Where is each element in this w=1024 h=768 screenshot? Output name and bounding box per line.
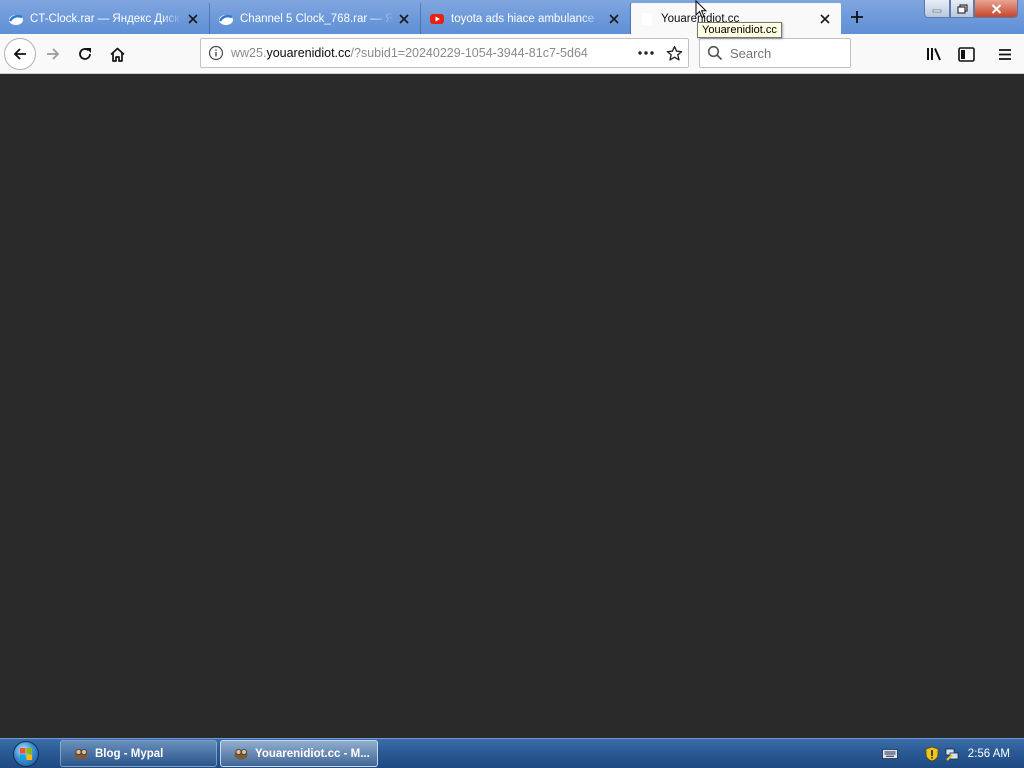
- library-icon: [927, 48, 941, 61]
- sidebar-button[interactable]: [950, 38, 982, 70]
- search-bar[interactable]: [699, 38, 851, 68]
- tab-channel5-clock[interactable]: Channel 5 Clock_768.rar — Я: [210, 3, 421, 34]
- tab-ct-clock[interactable]: CT-Clock.rar — Яндекс Диск: [0, 3, 210, 34]
- info-icon[interactable]: [201, 45, 231, 61]
- url-path: /?subid1=20240229-1054-3944-81c7-5d64: [350, 46, 588, 60]
- close-tab-icon[interactable]: [394, 9, 414, 29]
- tab-youtube[interactable]: toyota ads hiace ambulance: [421, 3, 631, 34]
- minimize-icon: [932, 9, 942, 12]
- restore-button[interactable]: [950, 0, 974, 18]
- reload-button[interactable]: [69, 38, 101, 70]
- url-prefix: ww25.: [231, 46, 267, 60]
- back-button[interactable]: [4, 38, 36, 70]
- security-shield-icon[interactable]: [922, 744, 942, 764]
- youtube-icon: [429, 11, 445, 27]
- forward-arrow-icon: [47, 48, 60, 60]
- address-bar[interactable]: ww25.youarenidiot.cc/?subid1=20240229-10…: [200, 38, 689, 68]
- clock[interactable]: 2:56 AM: [968, 748, 1010, 760]
- taskbar-item-label: Youarenidiot.cc - M...: [255, 747, 370, 760]
- search-icon: [700, 45, 730, 61]
- mypal-icon: [234, 748, 248, 759]
- restore-icon: [956, 3, 968, 14]
- tab-tooltip: Youarenidiot.cc: [697, 22, 782, 38]
- taskbar-item-label: Blog - Mypal: [95, 747, 164, 760]
- reload-icon: [79, 48, 91, 60]
- network-icon[interactable]: [942, 744, 962, 764]
- nav-toolbar: ww25.youarenidiot.cc/?subid1=20240229-10…: [0, 34, 1024, 74]
- search-input[interactable]: [730, 45, 840, 61]
- blank-page-icon: [639, 11, 655, 27]
- mouse-cursor-icon: [695, 0, 707, 19]
- taskbar-item-blog-mypal[interactable]: Blog - Mypal: [60, 740, 217, 767]
- tab-strip: CT-Clock.rar — Яндекс Диск Channel 5 Clo…: [0, 0, 1024, 34]
- new-tab-button[interactable]: [845, 6, 869, 28]
- tab-title: toyota ads hiace ambulance: [451, 12, 595, 25]
- system-tray: 2:56 AM: [880, 739, 1024, 768]
- yandex-disk-icon: [218, 11, 234, 27]
- page-actions-button[interactable]: [632, 39, 660, 67]
- home-button[interactable]: [101, 38, 133, 70]
- url-text[interactable]: ww25.youarenidiot.cc/?subid1=20240229-10…: [231, 46, 632, 60]
- menu-button[interactable]: [989, 38, 1021, 70]
- yandex-disk-icon: [8, 11, 24, 27]
- more-dots-icon: [638, 51, 654, 55]
- close-window-button[interactable]: [974, 0, 1018, 18]
- library-button[interactable]: [918, 38, 950, 70]
- close-icon: [991, 3, 1001, 14]
- windows-logo-icon: [13, 741, 39, 767]
- back-arrow-icon: [13, 48, 26, 60]
- home-icon: [109, 47, 125, 62]
- window-controls: [924, 0, 1018, 18]
- plus-icon: [851, 11, 863, 23]
- page-content: [0, 74, 1024, 738]
- bookmark-button[interactable]: [660, 39, 688, 67]
- close-tab-icon[interactable]: [604, 9, 624, 29]
- taskbar-item-youarenidiot[interactable]: Youarenidiot.cc - M...: [220, 740, 378, 767]
- forward-button[interactable]: [37, 38, 69, 70]
- close-tab-icon[interactable]: [183, 9, 203, 29]
- close-tab-icon[interactable]: [815, 9, 835, 29]
- sidebar-icon: [957, 46, 975, 62]
- mypal-icon: [74, 748, 88, 759]
- tab-title: CT-Clock.rar — Яндекс Диск: [30, 12, 180, 25]
- keyboard-icon[interactable]: [880, 744, 900, 764]
- star-icon: [666, 45, 682, 61]
- minimize-button[interactable]: [924, 0, 950, 18]
- url-host: youarenidiot.cc: [266, 46, 351, 60]
- tab-title: Channel 5 Clock_768.rar — Я: [240, 12, 394, 25]
- hamburger-menu-icon: [999, 48, 1011, 60]
- taskbar: Blog - Mypal Youarenidiot.cc - M... 2:56…: [0, 738, 1024, 768]
- start-button[interactable]: [8, 740, 44, 768]
